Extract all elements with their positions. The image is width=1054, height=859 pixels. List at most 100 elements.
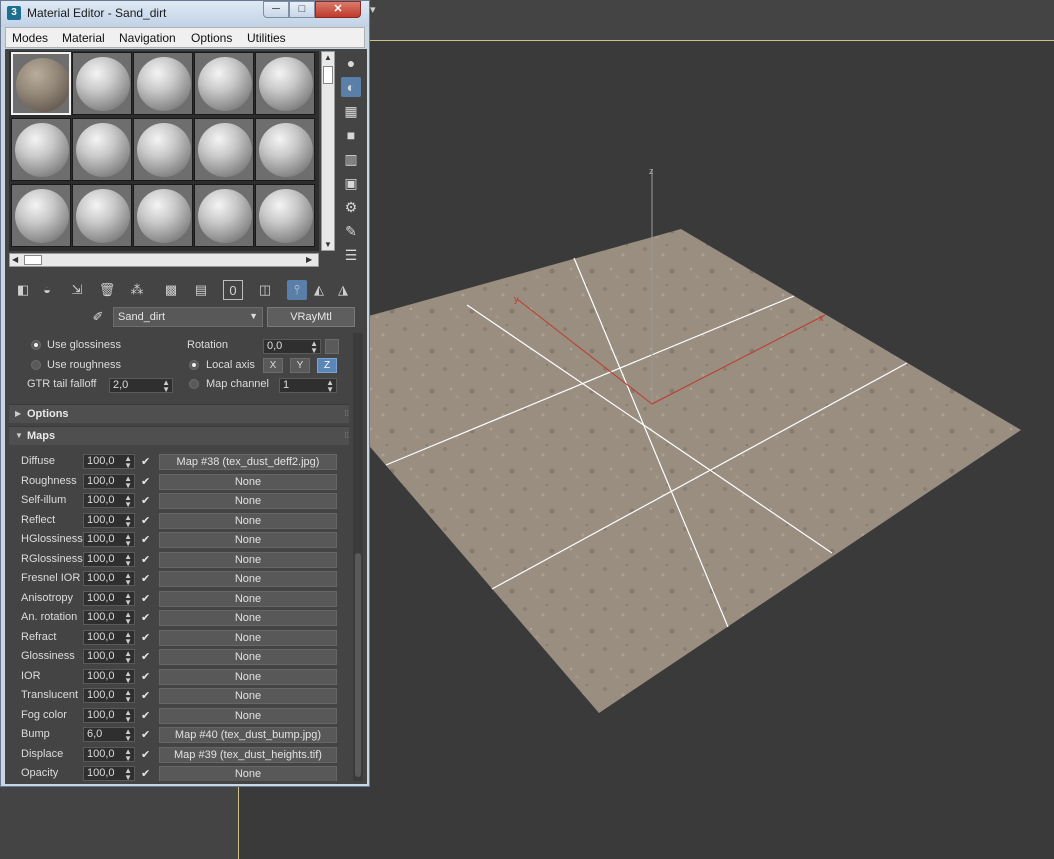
sample-slot[interactable]	[194, 118, 254, 181]
sample-slot[interactable]	[194, 184, 254, 247]
spinner-arrows-icon[interactable]: ▲ ▼	[326, 379, 334, 394]
sample-type-icon[interactable]: ●	[341, 53, 361, 73]
sample-slot[interactable]	[11, 184, 71, 247]
rotation-map-button[interactable]	[325, 339, 339, 354]
map-slot-button[interactable]: Map #38 (tex_dust_deff2.jpg)	[159, 454, 337, 470]
uv-tiling-icon[interactable]: ■	[341, 125, 361, 145]
map-amount-spinner[interactable]: 100,0 ▲ ▼	[83, 473, 135, 489]
video-color-check-icon[interactable]: ▥	[341, 149, 361, 169]
sample-slot[interactable]	[133, 118, 193, 181]
scroll-thumb[interactable]	[24, 255, 42, 265]
go-forward-sibling-icon[interactable]: ◮	[333, 280, 353, 300]
map-amount-spinner[interactable]: 100,0 ▲ ▼	[83, 512, 135, 528]
sample-slot[interactable]	[255, 184, 315, 247]
sample-slot[interactable]	[255, 52, 315, 115]
map-amount-spinner[interactable]: 100,0 ▲ ▼	[83, 766, 135, 781]
map-slot-button[interactable]: None	[159, 668, 337, 685]
reset-map-icon[interactable]: 🗑	[97, 280, 117, 300]
use-glossiness-radio[interactable]	[31, 340, 41, 350]
spinner-arrows-icon[interactable]: ▲ ▼	[124, 513, 132, 528]
scroll-down-icon[interactable]: ▼	[324, 240, 332, 249]
map-slot-button[interactable]: None	[159, 590, 337, 607]
map-slot-button[interactable]: None	[159, 551, 337, 568]
map-amount-spinner[interactable]: 100,0 ▲ ▼	[83, 493, 135, 509]
maximize-button[interactable]: □	[289, 1, 315, 18]
map-channel-radio[interactable]	[189, 379, 199, 389]
axis-x-button[interactable]: X	[263, 358, 283, 373]
menu-material[interactable]: Material	[62, 31, 105, 45]
put-to-library-icon[interactable]: ▩	[161, 280, 181, 300]
map-enabled-checkbox[interactable]: ✔	[141, 709, 150, 722]
menu-navigation[interactable]: Navigation	[119, 31, 176, 45]
material-name-field[interactable]: Sand_dirt ▼	[113, 307, 263, 327]
title-bar[interactable]: 3 Material Editor - Sand_dirt ─ □ ✕	[1, 1, 369, 27]
map-amount-spinner[interactable]: 100,0 ▲ ▼	[83, 688, 135, 704]
rotation-spinner[interactable]: 0,0 ▲ ▼	[263, 339, 321, 355]
material-map-navigator-icon[interactable]: ☰	[341, 245, 361, 265]
viewport-menu-arrow[interactable]: ▾	[370, 3, 376, 16]
map-slot-button[interactable]: None	[159, 707, 337, 724]
show-shaded-material-icon[interactable]: ◫	[255, 280, 275, 300]
map-slot-button[interactable]: Map #39 (tex_dust_heights.tif)	[159, 746, 337, 763]
spinner-arrows-icon[interactable]: ▲ ▼	[124, 689, 132, 704]
map-channel-spinner[interactable]: 1 ▲ ▼	[279, 378, 337, 394]
spinner-arrows-icon[interactable]: ▲ ▼	[310, 340, 318, 355]
map-enabled-checkbox[interactable]: ✔	[141, 670, 150, 683]
scroll-right-icon[interactable]: ▶	[306, 255, 312, 264]
scroll-thumb[interactable]	[323, 66, 333, 84]
slots-horizontal-scrollbar[interactable]: ◀ ▶	[9, 253, 319, 267]
scroll-thumb[interactable]	[355, 553, 361, 777]
spinner-arrows-icon[interactable]: ▲ ▼	[124, 611, 132, 626]
get-material-icon[interactable]: ◧	[13, 280, 33, 300]
map-amount-spinner[interactable]: 100,0 ▲ ▼	[83, 610, 135, 626]
map-enabled-checkbox[interactable]: ✔	[141, 455, 150, 468]
backlight-icon[interactable]: ◐	[341, 77, 361, 97]
scroll-left-icon[interactable]: ◀	[12, 255, 18, 264]
map-enabled-checkbox[interactable]: ✔	[141, 514, 150, 527]
map-slot-button[interactable]: None	[159, 688, 337, 704]
minimize-button[interactable]: ─	[263, 1, 289, 18]
spinner-arrows-icon[interactable]: ▲ ▼	[124, 494, 132, 509]
map-slot-button[interactable]: None	[159, 473, 337, 490]
map-slot-button[interactable]: None	[159, 493, 337, 509]
sample-slot[interactable]	[194, 52, 254, 115]
map-slot-button[interactable]: None	[159, 629, 337, 646]
material-id-channel-icon[interactable]: 0	[223, 280, 243, 300]
spinner-arrows-icon[interactable]: ▲ ▼	[124, 474, 132, 489]
map-enabled-checkbox[interactable]: ✔	[141, 572, 150, 585]
sample-slot[interactable]	[72, 118, 132, 181]
spinner-arrows-icon[interactable]: ▲ ▼	[124, 767, 132, 782]
spinner-arrows-icon[interactable]: ▲ ▼	[124, 533, 132, 548]
sample-slot-active[interactable]	[11, 52, 71, 115]
map-enabled-checkbox[interactable]: ✔	[141, 748, 150, 761]
spinner-arrows-icon[interactable]: ▲ ▼	[124, 728, 132, 743]
show-end-result-icon[interactable]: ⫯	[287, 280, 307, 300]
spinner-arrows-icon[interactable]: ▲ ▼	[124, 552, 132, 567]
maps-rollout[interactable]: ▼ Maps ⁞⁞	[9, 426, 349, 445]
spinner-arrows-icon[interactable]: ▲ ▼	[124, 669, 132, 684]
map-amount-spinner[interactable]: 100,0 ▲ ▼	[83, 629, 135, 645]
map-amount-spinner[interactable]: 100,0 ▲ ▼	[83, 668, 135, 684]
menu-options[interactable]: Options	[191, 31, 232, 45]
slots-vertical-scrollbar[interactable]: ▲ ▼	[321, 51, 335, 251]
map-amount-spinner[interactable]: 100,0 ▲ ▼	[83, 551, 135, 567]
menu-utilities[interactable]: Utilities	[247, 31, 286, 45]
background-icon[interactable]: ▦	[341, 101, 361, 121]
sample-slot[interactable]	[11, 118, 71, 181]
spinner-arrows-icon[interactable]: ▲ ▼	[124, 455, 132, 470]
options-icon[interactable]: ⚙	[341, 197, 361, 217]
map-enabled-checkbox[interactable]: ✔	[141, 611, 150, 624]
sample-slot[interactable]	[72, 52, 132, 115]
map-slot-button[interactable]: None	[159, 766, 337, 781]
make-unique-icon[interactable]: ⁂	[127, 280, 147, 300]
spinner-arrows-icon[interactable]: ▲ ▼	[162, 379, 170, 394]
map-enabled-checkbox[interactable]: ✔	[141, 553, 150, 566]
spinner-arrows-icon[interactable]: ▲ ▼	[124, 591, 132, 606]
map-amount-spinner[interactable]: 100,0 ▲ ▼	[83, 707, 135, 723]
assign-to-selection-icon[interactable]: ⇲	[67, 280, 87, 300]
map-enabled-checkbox[interactable]: ✔	[141, 475, 150, 488]
map-enabled-checkbox[interactable]: ✔	[141, 494, 150, 507]
map-amount-spinner[interactable]: 6,0 ▲ ▼	[83, 727, 135, 743]
map-slot-button[interactable]: None	[159, 649, 337, 665]
spinner-arrows-icon[interactable]: ▲ ▼	[124, 747, 132, 762]
